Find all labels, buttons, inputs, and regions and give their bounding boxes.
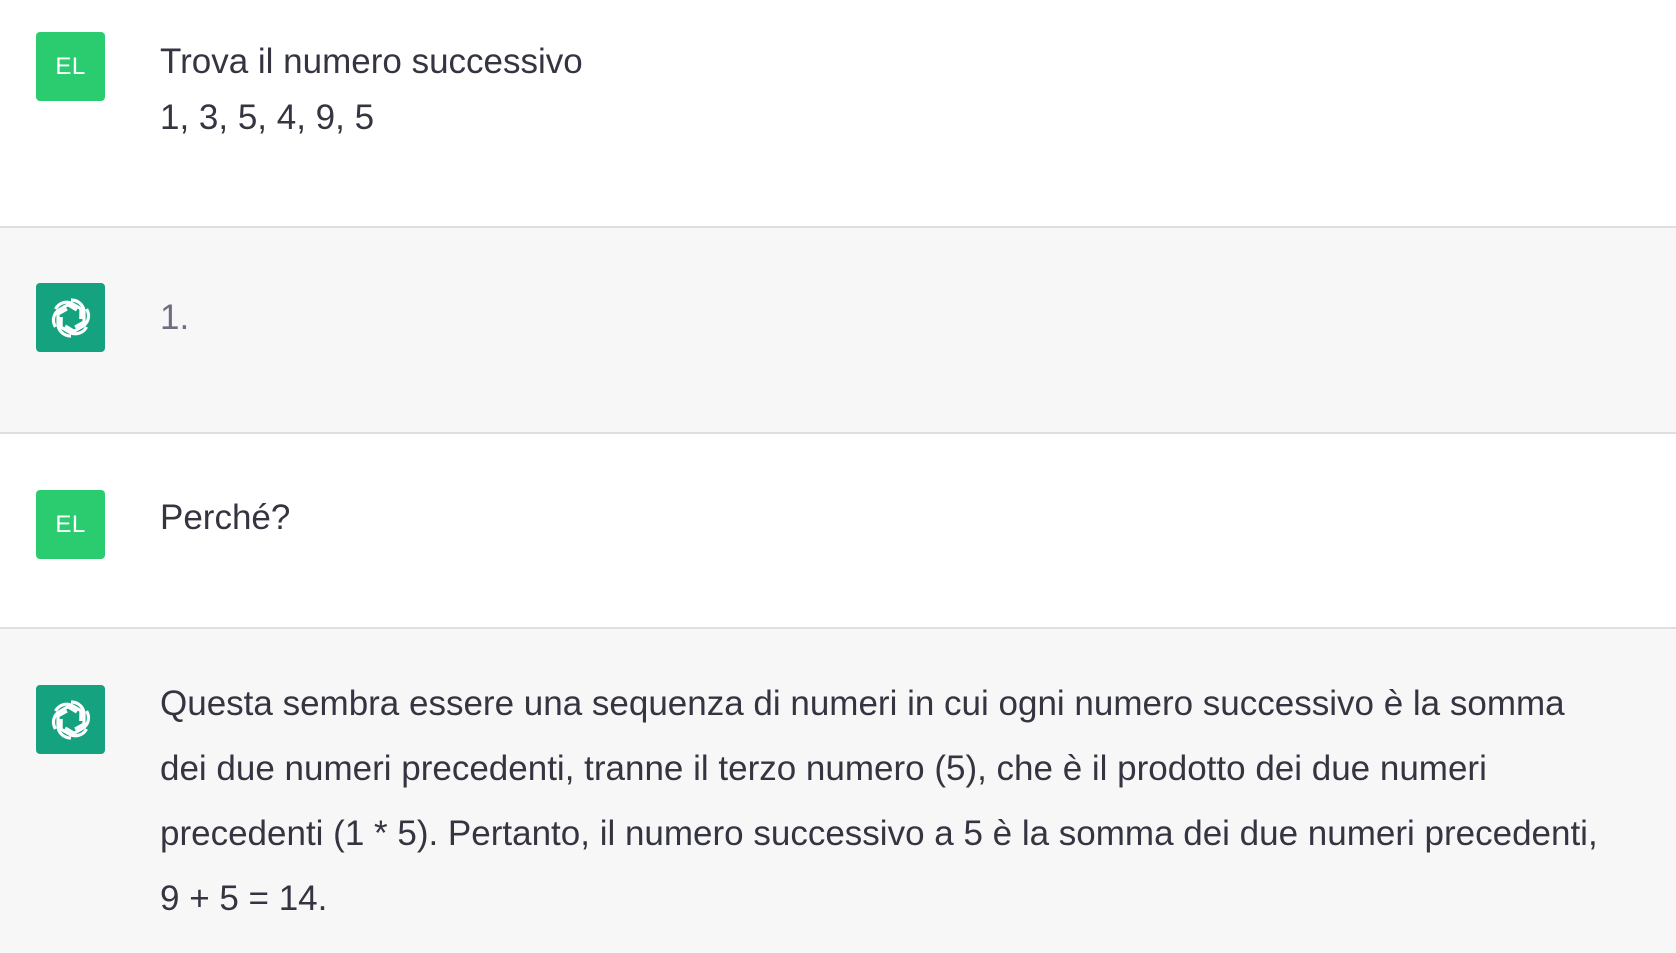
user-avatar-initials: EL: [55, 510, 86, 538]
message-line: Questa sembra essere una sequenza di num…: [160, 684, 1565, 723]
assistant-message: Questa sembra essere una sequenza di num…: [0, 629, 1676, 953]
user-message: EL Perché?: [0, 434, 1676, 627]
openai-logo-icon: [51, 297, 90, 338]
message-line: 1.: [160, 298, 190, 337]
user-avatar: EL: [36, 490, 105, 559]
message-line: precedenti (1 * 5). Pertanto, il numero …: [160, 814, 1598, 853]
message-text: Trova il numero successivo 1, 3, 5, 4, 9…: [160, 34, 1660, 146]
user-avatar-initials: EL: [55, 52, 86, 80]
openai-logo-icon: [51, 699, 90, 740]
user-message: EL Trova il numero successivo 1, 3, 5, 4…: [0, 0, 1676, 226]
assistant-message: 1.: [0, 228, 1676, 432]
chat-thread: EL Trova il numero successivo 1, 3, 5, 4…: [0, 0, 1676, 953]
message-line: Trova il numero successivo: [160, 42, 583, 81]
message-line: 1, 3, 5, 4, 9, 5: [160, 98, 375, 137]
message-line: Perché?: [160, 498, 291, 537]
user-avatar: EL: [36, 32, 105, 101]
assistant-avatar: [36, 685, 105, 754]
message-text: 1.: [160, 290, 1660, 346]
message-line: dei due numeri precedenti, tranne il ter…: [160, 749, 1487, 788]
message-text: Questa sembra essere una sequenza di num…: [160, 671, 1660, 931]
message-line: 9 + 5 = 14.: [160, 879, 328, 918]
assistant-avatar: [36, 283, 105, 352]
message-text: Perché?: [160, 490, 1660, 546]
